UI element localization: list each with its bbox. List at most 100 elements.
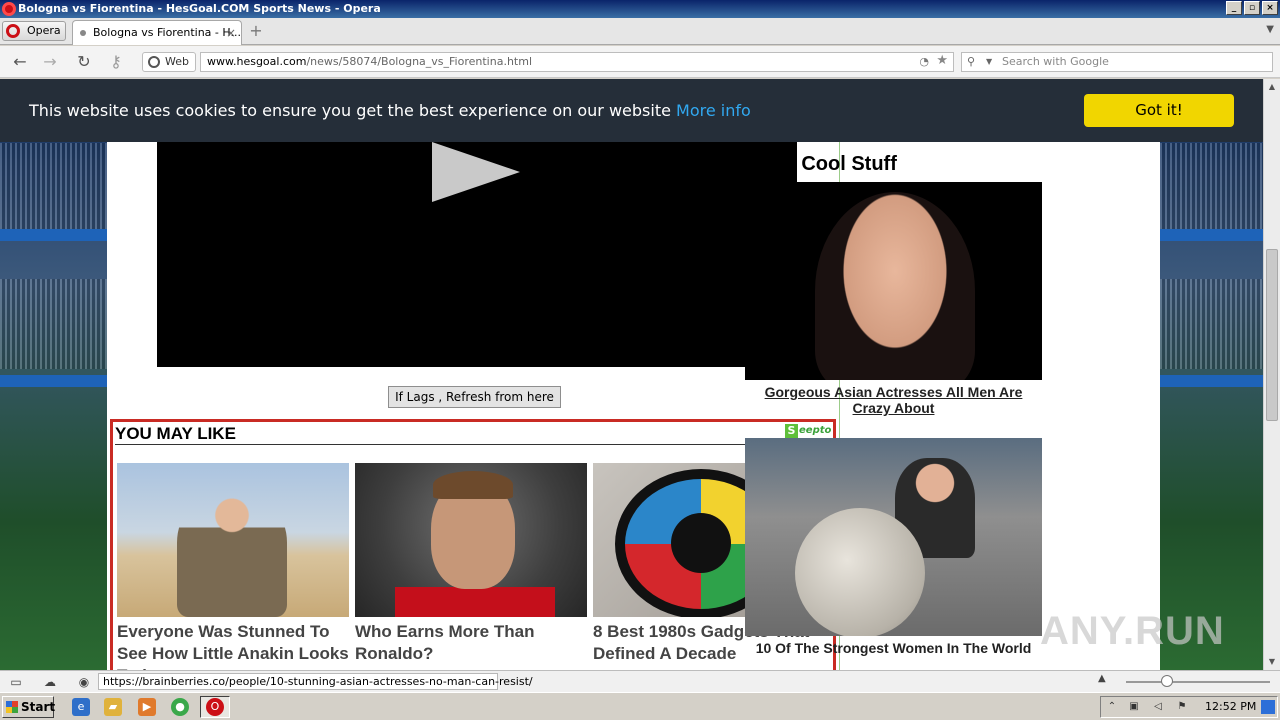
page-viewport: If Lags , Refresh from here YOU MAY LIKE… — [0, 79, 1263, 670]
speed-dial-icon[interactable]: ◉ — [76, 674, 92, 690]
search-engine-dropdown-icon[interactable]: ▼ — [986, 53, 992, 71]
crowd-pattern — [1160, 143, 1263, 233]
forward-arrow-icon[interactable]: → — [40, 52, 60, 72]
opera-icon — [2, 2, 16, 16]
got-it-button[interactable]: Got it! — [1084, 94, 1234, 127]
sidebar-card[interactable]: Gorgeous Asian Actresses All Men Are Cra… — [745, 182, 1042, 416]
start-label: Start — [21, 700, 56, 714]
chrome-icon[interactable]: ● — [171, 698, 189, 716]
sidebar-caption[interactable]: Gorgeous Asian Actresses All Men Are Cra… — [745, 384, 1042, 416]
tab-list-chevron-icon[interactable]: ▼ — [1266, 24, 1274, 35]
taskbar-opera-button[interactable]: O — [200, 696, 230, 718]
new-tab-button[interactable]: + — [248, 23, 264, 40]
recommendation-caption[interactable]: Who Earns More Than Ronaldo? — [355, 621, 587, 665]
play-icon[interactable] — [432, 142, 520, 202]
internet-explorer-icon[interactable]: e — [72, 698, 90, 716]
minimize-button[interactable]: _ — [1226, 1, 1242, 15]
anakin-image[interactable] — [117, 463, 349, 617]
zoom-up-icon[interactable]: ▲ — [1098, 673, 1106, 684]
stone-ball-shape — [795, 508, 925, 636]
anyrun-watermark: ANY.RUN — [1040, 609, 1225, 653]
tab-bar: Opera Bologna vs Fiorentina - H... × + ▼ — [0, 18, 1280, 45]
scroll-up-arrow-icon[interactable]: ▲ — [1264, 79, 1280, 95]
ronaldo-image[interactable] — [355, 463, 587, 617]
scroll-down-arrow-icon[interactable]: ▼ — [1264, 654, 1280, 670]
close-button[interactable]: × — [1262, 1, 1278, 15]
you-may-like-widget: YOU MAY LIKE S eepto Everyone Was Stunne… — [110, 419, 836, 670]
zoom-slider-track[interactable] — [1126, 681, 1270, 683]
zoom-slider-knob[interactable] — [1161, 675, 1173, 687]
background-stadium-left — [0, 79, 107, 670]
tab-title: Bologna vs Fiorentina - H... — [93, 26, 241, 39]
search-input[interactable]: ⚲ ▼ Search with Google — [961, 52, 1273, 72]
clock[interactable]: 12:52 PM — [1205, 697, 1256, 717]
url-host: www.hesgoal.com — [207, 55, 307, 68]
show-desktop-icon[interactable] — [1261, 700, 1275, 714]
sidebar-caption[interactable]: 10 Of The Strongest Women In The World — [745, 640, 1042, 656]
page-scrollbar[interactable]: ▲ ▼ — [1263, 79, 1280, 670]
windows-logo-icon — [6, 701, 18, 713]
scrollbar-thumb[interactable] — [1266, 249, 1278, 421]
key-icon[interactable]: ⚷ — [106, 52, 126, 72]
more-info-link[interactable]: More info — [676, 101, 751, 120]
sidebar-card[interactable]: 10 Of The Strongest Women In The World — [745, 438, 1042, 656]
background-stadium-right — [1160, 79, 1263, 670]
search-icon: ⚲ — [967, 55, 976, 68]
you-may-like-divider — [115, 444, 831, 445]
panel-toggle-icon[interactable]: ▭ — [8, 674, 24, 690]
web-info-button[interactable]: Web — [142, 52, 196, 72]
strongwoman-image[interactable] — [745, 438, 1042, 636]
restore-button[interactable]: ▫ — [1244, 1, 1260, 15]
cloud-icon[interactable]: ☁ — [42, 674, 58, 690]
actress-image[interactable] — [745, 182, 1042, 380]
status-url: https://brainberries.co/people/10-stunni… — [98, 673, 533, 690]
tab-close-icon[interactable]: × — [226, 21, 236, 45]
window-controls: _ ▫ × — [1226, 1, 1278, 15]
page-favicon-icon — [80, 30, 86, 36]
opera-menu-button[interactable]: Opera — [2, 21, 66, 41]
web-label: Web — [165, 55, 189, 68]
more-cool-stuff-title: More Cool Stuff — [748, 153, 897, 175]
sleepto-logo[interactable]: S eepto — [785, 423, 832, 439]
system-tray: ⌃ ▣ ◁ ⚑ 12:52 PM — [1100, 696, 1278, 718]
recommendation-caption[interactable]: Everyone Was Stunned To See How Little A… — [117, 621, 349, 670]
crowd-pattern — [1160, 279, 1263, 369]
status-bar: ▭ ☁ ◉ https://brainberries.co/people/10-… — [0, 670, 1280, 692]
boy-figure — [177, 493, 287, 617]
cookie-text: This website uses cookies to ensure you … — [29, 101, 671, 120]
globe-icon — [148, 56, 160, 68]
recommendation-card[interactable]: Who Earns More Than Ronaldo? — [355, 463, 587, 665]
hair-shape — [433, 471, 513, 499]
refresh-lag-button[interactable]: If Lags , Refresh from here — [388, 386, 561, 408]
start-button[interactable]: Start — [2, 696, 56, 718]
sleepto-logo-text: eepto — [799, 425, 832, 436]
address-bar[interactable]: www.hesgoal.com/news/58074/Bologna_vs_Fi… — [200, 52, 954, 72]
media-player-icon[interactable]: ▶ — [138, 698, 156, 716]
recommendation-card[interactable]: Everyone Was Stunned To See How Little A… — [117, 463, 349, 670]
flag-icon[interactable]: ⚑ — [1175, 700, 1189, 714]
crowd-pattern — [0, 279, 107, 369]
windows-taskbar: Start e ▰ ▶ ● O ⌃ ▣ ◁ ⚑ 12:52 PM — [0, 692, 1280, 720]
tray-expand-icon[interactable]: ⌃ — [1105, 700, 1119, 714]
stadium-stripe — [1160, 375, 1263, 387]
opera-taskbar-icon: O — [206, 698, 224, 716]
navigation-bar: ← → ↻ ⚷ Web www.hesgoal.com/news/58074/B… — [0, 46, 1280, 78]
tab-active[interactable]: Bologna vs Fiorentina - H... × — [72, 20, 242, 45]
bookmark-star-icon[interactable]: ★ — [936, 52, 948, 70]
you-may-like-title: YOU MAY LIKE — [115, 424, 236, 443]
network-icon[interactable]: ▣ — [1127, 700, 1141, 714]
search-placeholder: Search with Google — [1002, 55, 1109, 68]
cookie-message: This website uses cookies to ensure you … — [29, 101, 751, 120]
url-path: /news/58074/Bologna_vs_Fiorentina.html — [306, 55, 532, 68]
volume-icon[interactable]: ◁ — [1151, 700, 1165, 714]
shirt-shape — [395, 587, 555, 617]
video-player[interactable] — [157, 142, 797, 367]
rss-icon[interactable]: ◔ — [919, 53, 929, 71]
stadium-stripe — [0, 229, 107, 241]
back-arrow-icon[interactable]: ← — [10, 52, 30, 72]
reload-icon[interactable]: ↻ — [74, 52, 94, 72]
cookie-banner: This website uses cookies to ensure you … — [0, 79, 1263, 142]
stadium-stripe — [0, 375, 107, 387]
simon-center-shape — [671, 513, 731, 573]
folder-icon[interactable]: ▰ — [104, 698, 122, 716]
